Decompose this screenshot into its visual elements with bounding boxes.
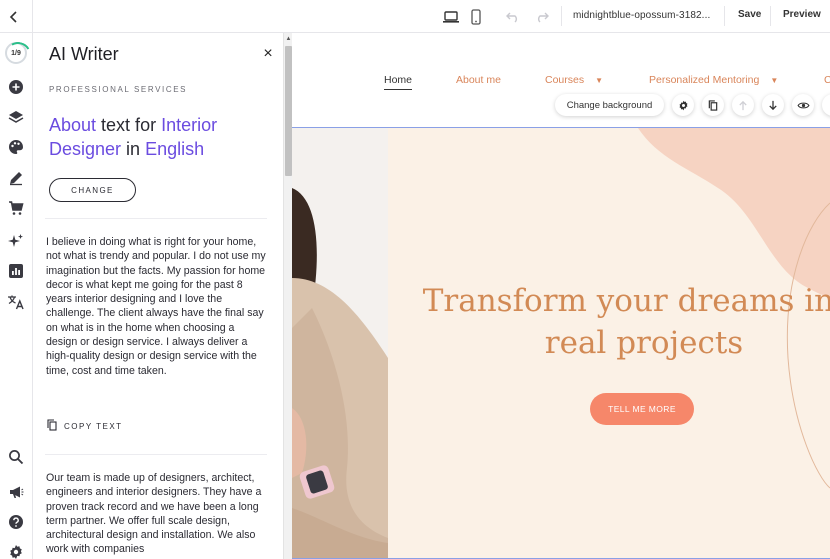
search-icon[interactable] bbox=[4, 445, 28, 469]
progress-text: 1/9 bbox=[11, 49, 21, 57]
copy-text-button[interactable]: COPY TEXT bbox=[47, 419, 123, 433]
caret-down-icon: ▼ bbox=[595, 76, 604, 85]
add-icon[interactable] bbox=[4, 75, 28, 99]
nav-personalized-mentoring[interactable]: Personalized Mentoring ▼ bbox=[649, 74, 778, 86]
topbar-divider bbox=[724, 6, 725, 26]
divider bbox=[45, 218, 267, 219]
nav-about-me[interactable]: About me bbox=[456, 74, 501, 86]
sparkles-icon[interactable] bbox=[4, 229, 28, 253]
move-down-icon[interactable] bbox=[762, 94, 784, 116]
section-selection-outline bbox=[292, 127, 830, 559]
nav-more[interactable]: C bbox=[824, 74, 830, 86]
duplicate-icon[interactable] bbox=[702, 94, 724, 116]
nav-courses[interactable]: Courses ▼ bbox=[545, 74, 603, 86]
topbar-divider bbox=[561, 6, 562, 26]
site-name[interactable]: midnightblue-opossum-3182... bbox=[573, 10, 710, 21]
topbar-divider bbox=[32, 0, 33, 33]
translate-icon[interactable] bbox=[4, 290, 28, 314]
top-bar: midnightblue-opossum-3182... Save Previe… bbox=[0, 0, 830, 33]
mobile-view-icon[interactable] bbox=[467, 8, 485, 26]
layers-icon[interactable] bbox=[4, 105, 28, 129]
website-canvas: Home About me Courses ▼ Personalized Ment… bbox=[292, 33, 830, 559]
generated-text-2: Our team is made up of designers, archit… bbox=[46, 472, 262, 556]
preview-button[interactable]: Preview bbox=[783, 9, 821, 20]
back-arrow-icon[interactable] bbox=[5, 8, 23, 26]
nav-active-underline bbox=[384, 89, 412, 90]
change-background-button[interactable]: Change background bbox=[555, 94, 664, 116]
writer-heading: About text for Interior Designer in Engl… bbox=[49, 113, 269, 161]
panel-scrollbar[interactable]: ▲ bbox=[283, 33, 292, 559]
language-link[interactable]: English bbox=[145, 139, 204, 159]
nav-home[interactable]: Home bbox=[384, 74, 412, 86]
nav-courses-label: Courses bbox=[545, 74, 585, 86]
section-settings-icon[interactable] bbox=[672, 94, 694, 116]
close-icon[interactable]: × bbox=[261, 46, 275, 62]
change-button[interactable]: CHANGE bbox=[49, 178, 136, 202]
scrollbar-thumb[interactable] bbox=[285, 46, 292, 176]
generated-text-1: I believe in doing what is right for you… bbox=[46, 236, 266, 377]
undo-icon[interactable] bbox=[504, 8, 522, 26]
copy-text-label: COPY TEXT bbox=[64, 421, 123, 431]
heading-text: text for bbox=[96, 115, 162, 135]
divider bbox=[45, 454, 267, 455]
heading-text: in bbox=[121, 139, 146, 159]
redo-icon[interactable] bbox=[533, 8, 551, 26]
analytics-icon[interactable] bbox=[4, 259, 28, 283]
ai-writer-panel: AI Writer × PROFESSIONAL SERVICES About … bbox=[33, 33, 283, 559]
progress-badge[interactable]: 1/9 bbox=[5, 42, 27, 64]
business-category: PROFESSIONAL SERVICES bbox=[49, 85, 188, 94]
pen-icon[interactable] bbox=[4, 166, 28, 190]
save-button[interactable]: Save bbox=[738, 9, 761, 20]
caret-down-icon: ▼ bbox=[770, 76, 779, 85]
left-rail: 1/9 bbox=[0, 33, 33, 559]
settings-icon[interactable] bbox=[4, 540, 28, 559]
topbar-divider bbox=[770, 6, 771, 26]
more-tools-icon[interactable] bbox=[822, 94, 830, 116]
move-up-icon[interactable] bbox=[732, 94, 754, 116]
copy-icon bbox=[47, 419, 57, 433]
megaphone-icon[interactable] bbox=[4, 480, 28, 504]
text-type-link[interactable]: About bbox=[49, 115, 96, 135]
panel-title: AI Writer bbox=[49, 44, 119, 64]
visibility-eye-icon[interactable] bbox=[792, 94, 814, 116]
desktop-view-icon[interactable] bbox=[442, 8, 460, 26]
nav-mentoring-label: Personalized Mentoring bbox=[649, 74, 760, 86]
help-icon[interactable] bbox=[4, 510, 28, 534]
cart-icon[interactable] bbox=[4, 196, 28, 220]
palette-icon[interactable] bbox=[4, 135, 28, 159]
